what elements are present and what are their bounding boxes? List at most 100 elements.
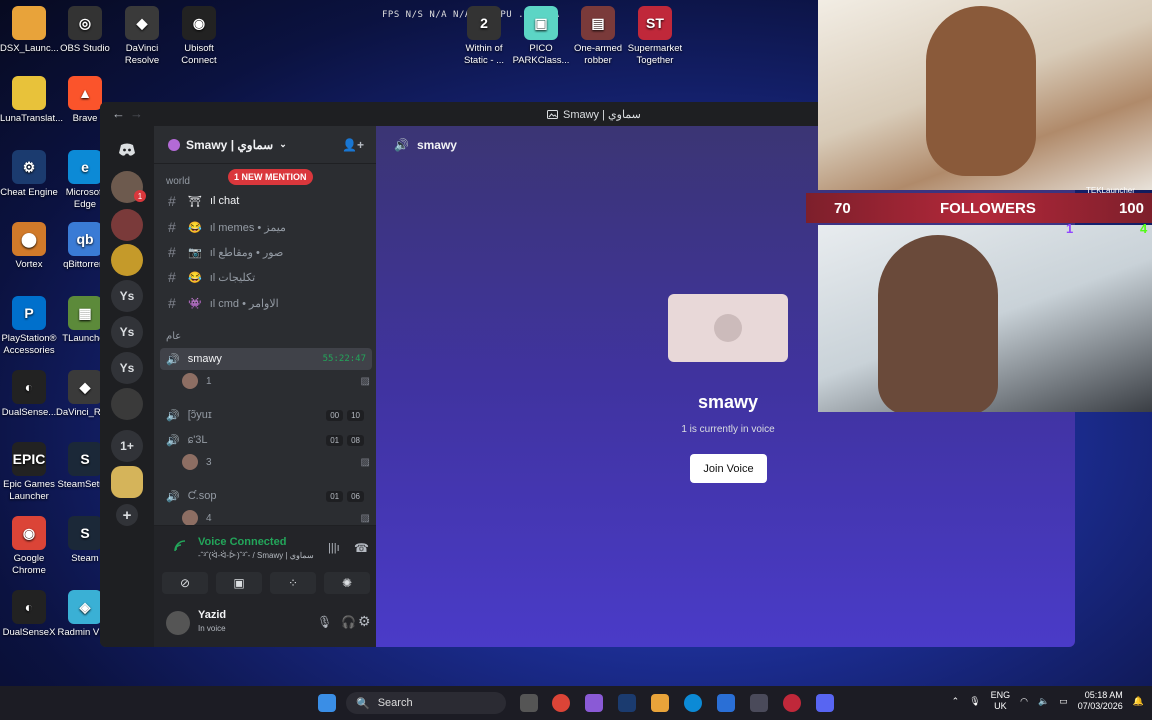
wifi-icon[interactable]: ◠ (1020, 696, 1028, 707)
channel-sidebar: Smawy | سماوي ⌄ 👤+ world 1 NEW MENTION #… (154, 126, 376, 647)
desktop-icon[interactable]: ◎ OBS Studio (56, 6, 114, 55)
screen-share-icon: ▨ (360, 512, 370, 524)
camera-off-icon: ⊘ (179, 576, 191, 590)
clock[interactable]: 05:18 AM 07/03/2026 (1078, 690, 1123, 712)
server-ys[interactable]: Ys (111, 352, 143, 384)
speaker-icon: 🔊 (166, 409, 180, 422)
server-avatar[interactable] (111, 244, 143, 276)
notification-icon[interactable]: 🔔 (1133, 696, 1144, 707)
app-icon: ▦ (68, 296, 102, 330)
screen-share-button[interactable]: ▣ (216, 572, 262, 594)
join-voice-button[interactable]: Join Voice (690, 454, 767, 483)
desktop-icon[interactable]: EPIC Epic Games Launcher (0, 442, 58, 503)
discord-home-icon[interactable] (111, 134, 143, 166)
app-icon: ▤ (581, 6, 615, 40)
server-image[interactable] (111, 466, 143, 498)
count-badge: 08 (347, 434, 364, 446)
desktop-icon-label: PICO PARKClass... (512, 43, 570, 66)
desktop-icon[interactable]: ◉ Google Chrome (0, 516, 58, 577)
edge-taskbar-icon[interactable] (684, 694, 702, 712)
battery-icon[interactable]: ▭ (1059, 696, 1068, 707)
signal-icon[interactable] (174, 540, 186, 552)
copilot-icon[interactable] (585, 694, 603, 712)
desktop-icon[interactable]: ▤ One-armed robber (569, 6, 627, 67)
desktop-icon[interactable]: ⚙ Cheat Engine (0, 150, 58, 199)
search-icon: 🔍 (356, 697, 370, 710)
chevron-up-icon[interactable]: ⌃ (952, 696, 960, 707)
desktop-icon[interactable]: LunaTranslat... (0, 76, 63, 125)
noise-suppression-icon[interactable]: |||ı (328, 542, 340, 554)
voice-channel-label: smawy (187, 353, 222, 365)
desktop-icon[interactable]: ▣ PICO PARKClass... (512, 6, 570, 67)
camera-button[interactable]: ⊘ (162, 572, 208, 594)
headphones-icon[interactable]: 🎧 (341, 615, 356, 629)
add-server-icon[interactable]: + (116, 504, 138, 526)
desktop-icon[interactable]: ◐ DualSense... (0, 370, 58, 419)
voice-channel-path[interactable]: -ˆ³ˆ(ᐛ-ᐛ-ᐕ)ˆ³ˆ- / Smawy | سماوي (198, 551, 314, 560)
desktop-icon[interactable]: ◆ DaVinci Resolve (113, 6, 171, 67)
app-icon: ▲ (68, 76, 102, 110)
desktop-icon[interactable]: P PlayStation® Accessories (0, 296, 58, 357)
new-mention-pill[interactable]: 1 NEW MENTION (228, 169, 313, 185)
desktop-icon[interactable]: DSX_Launc... (0, 6, 59, 55)
voice-user-count: 01 06 (326, 490, 364, 502)
volume-icon[interactable]: 🔈 (1038, 696, 1049, 707)
voice-user[interactable]: 3 ▨ (182, 453, 370, 471)
outlook-icon[interactable] (717, 694, 735, 712)
app-icon: ◈ (68, 590, 102, 624)
category-world[interactable]: world (166, 176, 190, 187)
server-ys[interactable]: Ys (111, 280, 143, 312)
app-icon: ◆ (68, 370, 102, 404)
language-indicator[interactable]: ENG UK (991, 690, 1011, 712)
taskbar-search[interactable]: 🔍 Search (346, 692, 506, 714)
desktop-icon[interactable]: ◐ DualSenseX (0, 590, 58, 639)
clock-time: 05:18 AM (1084, 690, 1123, 700)
voice-user[interactable]: 1 ▨ (182, 372, 370, 390)
voice-channel[interactable]: 🔊 Ƈ.sop 01 06 (160, 485, 372, 507)
disconnect-icon[interactable]: ☎ (354, 541, 369, 555)
voice-channel[interactable]: 🔊 [ɔ̃yuɪ 00 10 (160, 404, 372, 426)
microphone-icon[interactable]: 🎙 (317, 615, 332, 629)
chrome-taskbar-icon[interactable] (552, 694, 570, 712)
user-name[interactable]: Yazid (198, 609, 226, 621)
voice-channel[interactable]: 🔊 ɕ'3L 01 08 (160, 429, 372, 451)
hash-icon: # (168, 244, 176, 260)
text-channel[interactable]: # 👾 ıl cmd • الاوامر (162, 292, 370, 314)
voice-channel[interactable]: 🔊 smawy 55:22:47 (160, 348, 372, 370)
participant-card[interactable] (668, 294, 788, 362)
task-view-icon[interactable] (520, 694, 538, 712)
server-avatar[interactable] (111, 209, 143, 241)
taskbar: 🔍 Search ⌃ 🎙 ENG UK ◠ 🔈 ▭ 05:18 AM 07/03… (0, 686, 1152, 720)
discord-taskbar-icon[interactable] (816, 694, 834, 712)
text-channel[interactable]: # ⛩ ıl chat (162, 190, 370, 212)
server-image[interactable] (111, 388, 143, 420)
invite-icon[interactable]: 👤+ (342, 138, 364, 152)
desktop-icon[interactable]: 2 Within of Static - ... (455, 6, 513, 67)
file-explorer-icon[interactable] (651, 694, 669, 712)
hash-icon: # (168, 295, 176, 311)
text-channel[interactable]: # 📷 ıl صور • ومقاطع (162, 241, 370, 263)
activities-button[interactable]: ⁘ (270, 572, 316, 594)
category-general[interactable]: عام (166, 331, 181, 342)
store-icon[interactable] (750, 694, 768, 712)
back-button[interactable]: ← (112, 106, 125, 121)
server-1plus[interactable]: 1+ (111, 430, 143, 462)
microphone-tray-icon[interactable]: 🎙 (969, 696, 980, 707)
server-ys[interactable]: Ys (111, 316, 143, 348)
text-channel[interactable]: # 😂 ıl تكليجات (162, 266, 370, 288)
soundboard-button[interactable]: ✺ (324, 572, 370, 594)
desktop-icon[interactable]: ST Supermarket Together (626, 6, 684, 67)
avatar[interactable] (166, 611, 190, 635)
cheat-engine-taskbar-icon[interactable] (618, 694, 636, 712)
desktop-icon[interactable]: ◉ Ubisoft Connect (170, 6, 228, 67)
count-badge: 01 (326, 490, 344, 502)
server-header[interactable]: Smawy | سماوي ⌄ 👤+ (154, 126, 376, 164)
settings-gear-icon[interactable]: ⚙ (358, 613, 371, 630)
start-icon[interactable] (318, 694, 336, 712)
soundboard-icon: ✺ (341, 576, 353, 590)
text-channel[interactable]: # 😂 ıl memes • ميمز (162, 216, 370, 238)
forward-button[interactable]: → (130, 106, 143, 121)
clock-date: 07/03/2026 (1077, 701, 1123, 711)
app-taskbar-icon[interactable] (783, 694, 801, 712)
desktop-icon[interactable]: ⬤ Vortex (0, 222, 58, 271)
